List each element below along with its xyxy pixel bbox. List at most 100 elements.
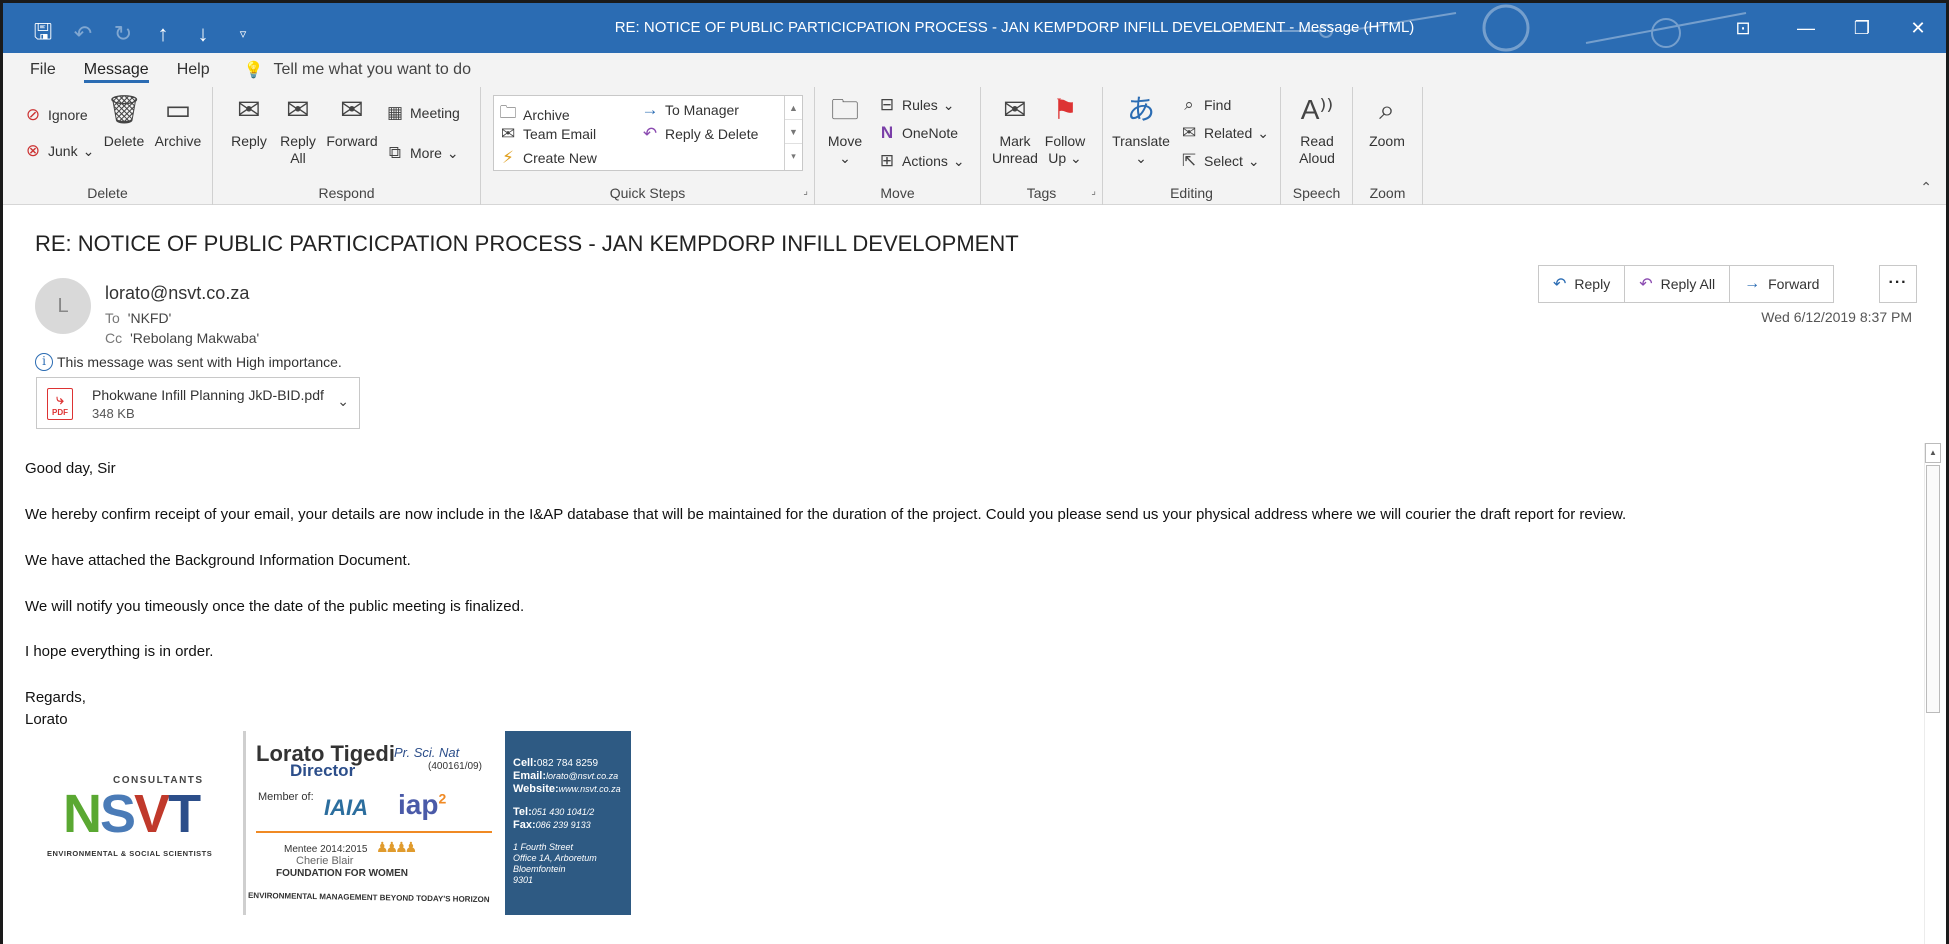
read-aloud-button[interactable]: A⁾⁾ Read Aloud [1291, 93, 1343, 167]
pdf-icon: PDF [47, 388, 73, 420]
tab-help[interactable]: Help [163, 53, 224, 87]
body-regards: Regards, [25, 689, 86, 706]
iap2-logo: iap2 [398, 789, 447, 820]
attachment-card[interactable]: PDF Phokwane Infill Planning JkD-BID.pdf… [36, 377, 360, 429]
find-button[interactable]: ⌕ Find [1179, 95, 1231, 115]
delete-button[interactable]: 🗑 Delete [99, 93, 149, 150]
signature-member-of: Member of: [258, 791, 314, 803]
quick-steps-scroll[interactable]: ▲ ▼ ▾ [784, 96, 802, 170]
iaia-logo: IAIA [324, 795, 368, 820]
contact-website[interactable]: Website:www.nsvt.co.za [513, 783, 631, 796]
signature-registration: (400161/09) [428, 761, 482, 772]
lightbulb-icon: 💡 [243, 62, 264, 79]
reply-all-button[interactable]: ✉ Reply All [275, 93, 321, 167]
collapse-ribbon-icon[interactable]: ⌃ [1920, 179, 1932, 196]
restore-icon[interactable]: ❐ [1834, 3, 1890, 53]
zoom-button[interactable]: ⌕ Zoom [1361, 93, 1413, 150]
body-name: Lorato [25, 711, 68, 728]
qs-team-email[interactable]: ✉ Team Email [498, 124, 596, 144]
quick-steps-gallery: 🗀 Archive ✉ Team Email ⚡ Create New → To… [493, 95, 803, 171]
cc-recipient[interactable]: 'Rebolang Makwaba' [130, 330, 259, 346]
title-bar: 🖫 ↶ ↻ ↑ ↓ ▿ RE: NOTICE OF PUBLIC PARTICI… [3, 3, 1946, 53]
arrow-right-icon: → [641, 100, 659, 119]
reply-all-arrow-icon: ↶ [1639, 276, 1653, 293]
junk-button[interactable]: ⊗ Junk ⌄ [23, 141, 94, 161]
more-respond-button[interactable]: ⧉ More ⌄ [385, 143, 459, 163]
body-greeting: Good day, Sir [25, 460, 116, 477]
ignore-button[interactable]: ⊘ Ignore [23, 105, 88, 125]
translate-button[interactable]: あ Translate ⌄ [1109, 93, 1173, 167]
logo-letters: NSVT [63, 784, 201, 844]
chevron-down-icon[interactable]: ⌄ [337, 393, 349, 410]
qs-create-new[interactable]: ⚡ Create New [498, 148, 597, 168]
group-label-quick-steps: Quick Steps [609, 185, 686, 201]
avatar[interactable]: L [35, 278, 91, 334]
ribbon: ⊘ Ignore ⊗ Junk ⌄ 🗑 Delete ▭ Archive Dele… [3, 87, 1946, 205]
more-actions-button[interactable]: ··· [1879, 265, 1917, 303]
body-paragraph-4: I hope everything is in order. [25, 643, 214, 660]
onenote-button[interactable]: N OneNote [877, 123, 958, 143]
follow-up-button[interactable]: ⚑ Follow Up ⌄ [1041, 93, 1089, 167]
forward-button[interactable]: ✉ Forward [323, 93, 381, 150]
body-scrollbar[interactable]: ▲ [1924, 443, 1941, 944]
rules-icon: ⊟ [879, 95, 895, 114]
envelope-unread-icon: ✉ [1003, 94, 1027, 125]
signature-mentee: Mentee 2014:2015 [284, 844, 368, 855]
related-icon: ✉ [1181, 123, 1197, 142]
info-icon: i [35, 353, 53, 371]
to-recipient[interactable]: 'NKFD' [128, 310, 171, 326]
meeting-button[interactable]: ▦ Meeting [385, 103, 460, 123]
forward-action-button[interactable]: → Forward [1729, 265, 1835, 303]
scroll-down-icon[interactable]: ▼ [785, 120, 802, 144]
reply-button[interactable]: ✉ Reply [225, 93, 273, 150]
junk-icon: ⊗ [25, 141, 41, 160]
tell-me-search[interactable]: 💡 Tell me what you want to do [244, 60, 471, 80]
close-icon[interactable]: ✕ [1890, 3, 1946, 53]
select-button[interactable]: ⇱ Select ⌄ [1179, 151, 1260, 171]
reply-all-action-button[interactable]: ↶ Reply All [1624, 265, 1731, 303]
scroll-up-icon[interactable]: ▲ [785, 96, 802, 120]
contact-email[interactable]: Email:lorato@nsvt.co.za [513, 770, 631, 783]
reply-mail-icon: ✉ [237, 94, 261, 125]
group-move: 🗀 Move ⌄ ⊟ Rules ⌄ N OneNote ⊞ Actions ⌄ Mo… [815, 87, 981, 205]
archive-icon: ▭ [164, 94, 192, 125]
contact-fax: Fax:086 239 9133 [513, 819, 591, 831]
minimize-icon[interactable]: — [1778, 3, 1834, 53]
contact-cell: Cell:082 784 8259 [513, 757, 599, 769]
cc-label: Cc [105, 330, 123, 346]
related-button[interactable]: ✉ Related ⌄ [1179, 123, 1269, 143]
tab-file[interactable]: File [3, 53, 70, 87]
expand-gallery-icon[interactable]: ▾ [785, 144, 802, 168]
signature-divider [256, 831, 492, 833]
reply-action-button[interactable]: ↶ Reply [1538, 265, 1626, 303]
translate-icon: あ [1126, 94, 1155, 125]
dialog-launcher-icon[interactable]: ⌟ [803, 186, 808, 197]
trash-icon: 🗑 [106, 94, 142, 125]
group-label-editing: Editing [1170, 185, 1213, 201]
signature-details: Lorato Tigedi Pr. Sci. Nat (400161/09) D… [243, 731, 501, 915]
nsvt-logo: CONSULTANTS NSVT ENVIRONMENTAL & SOCIAL … [41, 731, 243, 915]
mark-unread-button[interactable]: ✉ Mark Unread [991, 93, 1039, 167]
sender-address[interactable]: lorato@nsvt.co.za [105, 283, 249, 304]
scroll-up-arrow-icon[interactable]: ▲ [1925, 443, 1941, 463]
qs-to-manager[interactable]: → To Manager [640, 100, 739, 120]
menu-bar: File Message Help 💡 Tell me what you wan… [3, 53, 1946, 87]
ribbon-display-options-icon[interactable]: ⊡ [1708, 3, 1778, 53]
onenote-icon: N [880, 123, 894, 142]
actions-button[interactable]: ⊞ Actions ⌄ [877, 151, 965, 171]
tab-message[interactable]: Message [70, 53, 163, 87]
rules-button[interactable]: ⊟ Rules ⌄ [877, 95, 955, 115]
group-delete: ⊘ Ignore ⊗ Junk ⌄ 🗑 Delete ▭ Archive Dele… [3, 87, 213, 205]
tags-launcher-icon[interactable]: ⌟ [1091, 186, 1096, 197]
move-button[interactable]: 🗀 Move ⌄ [823, 93, 867, 167]
logo-subtitle: ENVIRONMENTAL & SOCIAL SCIENTISTS [47, 849, 213, 858]
group-label-respond: Respond [318, 185, 375, 201]
lightning-icon: ⚡ [502, 148, 514, 167]
archive-button[interactable]: ▭ Archive [149, 93, 207, 150]
qs-reply-delete[interactable]: ↶ Reply & Delete [640, 124, 759, 144]
calendar-icon: ▦ [386, 103, 404, 122]
scroll-thumb[interactable] [1926, 465, 1940, 713]
cc-line: Cc 'Rebolang Makwaba' [105, 330, 259, 346]
group-editing: あ Translate ⌄ ⌕ Find ✉ Related ⌄ ⇱ Select ⌄… [1103, 87, 1281, 205]
address-line-3: Bloemfontein [513, 864, 566, 874]
